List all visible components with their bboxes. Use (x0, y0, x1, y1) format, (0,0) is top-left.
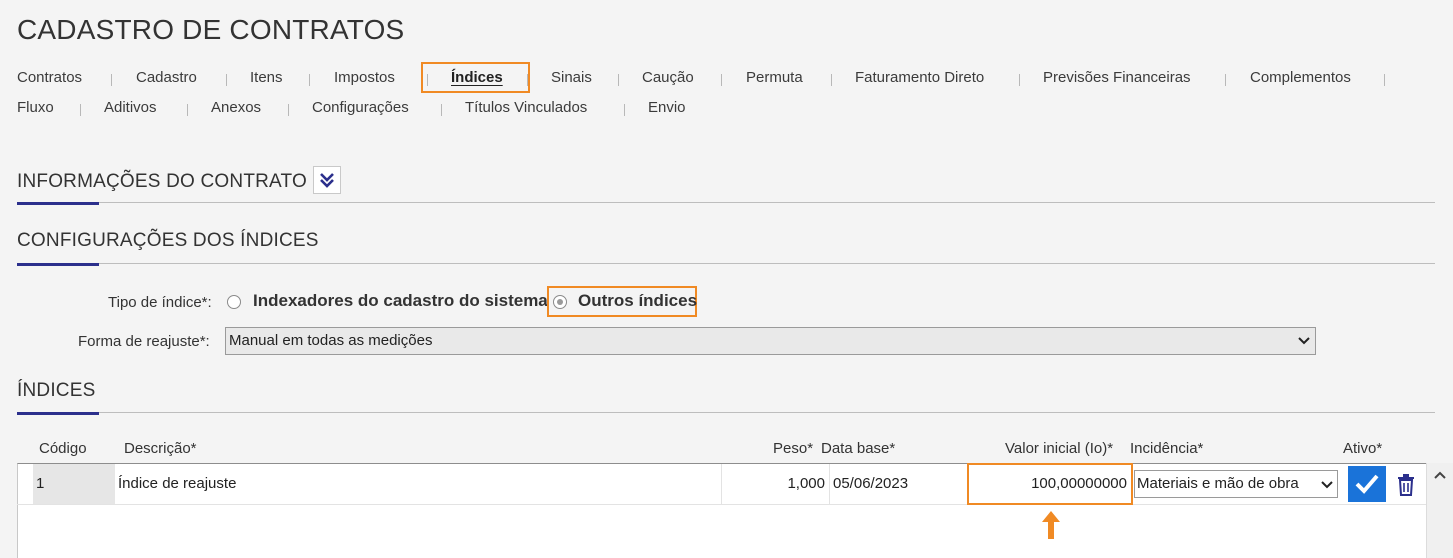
tab-titulos-vinculados[interactable]: Títulos Vinculados (465, 99, 587, 116)
incidencia-value: Materiais e mão de obra (1137, 475, 1299, 492)
section-accent (17, 263, 99, 266)
cell-peso[interactable]: 1,000 (722, 464, 830, 504)
col-header-data-base[interactable]: Data base* (821, 440, 895, 457)
tab-complementos[interactable]: Complementos (1250, 69, 1351, 86)
active-tab-highlight (421, 62, 530, 93)
nav-separator (624, 104, 625, 116)
forma-reajuste-value: Manual em todas as medições (229, 332, 433, 349)
cell-descricao[interactable]: Índice de reajuste (117, 464, 722, 504)
tab-impostos[interactable]: Impostos (334, 69, 395, 86)
nav-separator (309, 74, 310, 86)
chevron-down-icon (1298, 337, 1310, 345)
cell-codigo: 1 (33, 464, 115, 504)
tab-anexos[interactable]: Anexos (211, 99, 261, 116)
nav-separator (187, 104, 188, 116)
double-chevron-down-icon (320, 173, 334, 188)
tipo-indice-label: Tipo de índice*: (108, 294, 212, 311)
nav-separator (1019, 74, 1020, 86)
scroll-up-icon[interactable] (1434, 471, 1446, 479)
col-header-descricao[interactable]: Descrição* (124, 440, 197, 457)
page-title: CADASTRO DE CONTRATOS (17, 14, 405, 45)
tab-envio[interactable]: Envio (648, 99, 686, 116)
section-divider (17, 202, 1435, 203)
radio-indexadores[interactable] (227, 295, 241, 309)
tab-fluxo[interactable]: Fluxo (17, 99, 54, 116)
tab-faturamento-direto[interactable]: Faturamento Direto (855, 69, 984, 86)
radio-outros-indices[interactable] (553, 295, 567, 309)
valor-inicial-highlight (967, 463, 1133, 505)
tab-aditivos[interactable]: Aditivos (104, 99, 157, 116)
section-title-info: INFORMAÇÕES DO CONTRATO (17, 171, 307, 192)
radio-outros-indices-label[interactable]: Outros índices (578, 291, 697, 311)
tab-previsoes-financeiras[interactable]: Previsões Financeiras (1043, 69, 1191, 86)
nav-separator (288, 104, 289, 116)
col-header-incidencia[interactable]: Incidência* (1130, 440, 1203, 457)
chevron-down-icon (1321, 481, 1333, 489)
tab-caucao[interactable]: Caução (642, 69, 694, 86)
arrow-up-icon (1042, 511, 1060, 539)
nav-separator (721, 74, 722, 86)
nav-separator (80, 104, 81, 116)
vertical-scrollbar[interactable] (1426, 463, 1453, 558)
section-title-config: CONFIGURAÇÕES DOS ÍNDICES (17, 230, 319, 251)
checkmark-icon (1355, 474, 1379, 494)
tab-cadastro[interactable]: Cadastro (136, 69, 197, 86)
nav-separator (1225, 74, 1226, 86)
nav-separator (111, 74, 112, 86)
nav-separator (1384, 74, 1385, 86)
col-header-codigo[interactable]: Código (39, 440, 87, 457)
col-header-valor-inicial[interactable]: Valor inicial (Io)* (1005, 440, 1113, 457)
col-header-ativo[interactable]: Ativo* (1343, 440, 1382, 457)
nav-separator (618, 74, 619, 86)
tab-itens[interactable]: Itens (250, 69, 283, 86)
forma-reajuste-label: Forma de reajuste*: (78, 333, 210, 350)
tab-sinais[interactable]: Sinais (551, 69, 592, 86)
trash-icon (1398, 474, 1414, 496)
tab-configuracoes[interactable]: Configurações (312, 99, 409, 116)
radio-indexadores-label[interactable]: Indexadores do cadastro do sistema (253, 291, 548, 311)
section-accent (17, 412, 99, 415)
nav-separator (831, 74, 832, 86)
section-divider (17, 263, 1435, 264)
tab-permuta[interactable]: Permuta (746, 69, 803, 86)
forma-reajuste-select[interactable]: Manual em todas as medições (225, 327, 1316, 355)
incidencia-select[interactable]: Materiais e mão de obra (1134, 470, 1338, 498)
expand-section-button[interactable] (313, 166, 341, 194)
nav-separator (441, 104, 442, 116)
ativo-checkbox[interactable] (1348, 466, 1386, 502)
delete-row-button[interactable] (1397, 474, 1415, 501)
tab-contratos[interactable]: Contratos (17, 69, 82, 86)
cell-data-base[interactable]: 05/06/2023 (833, 464, 967, 504)
section-divider (17, 412, 1435, 413)
section-title-indices: ÍNDICES (17, 380, 96, 401)
nav-separator (226, 74, 227, 86)
section-accent (17, 202, 99, 205)
col-header-peso[interactable]: Peso* (773, 440, 813, 457)
